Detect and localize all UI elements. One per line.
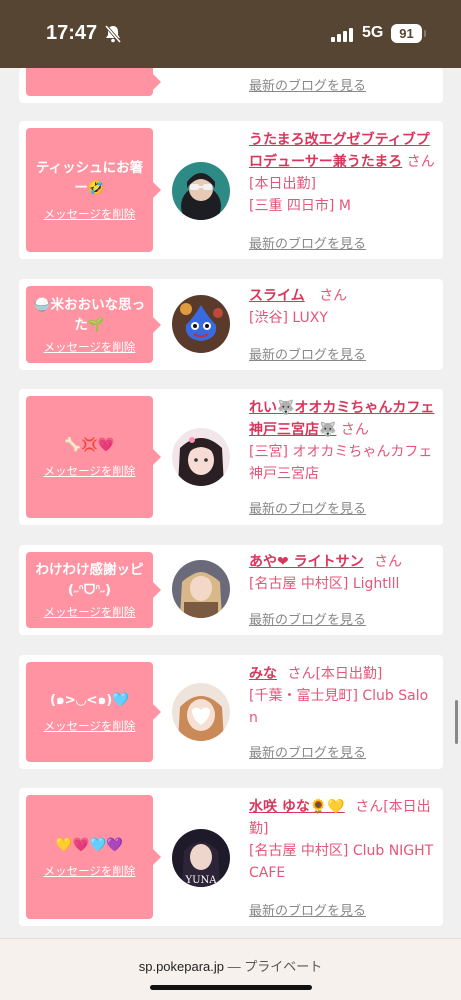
profile-name-link[interactable]: 水咲 ゆな🌻💛 xyxy=(249,799,345,815)
latest-blog-link[interactable]: 最新のブログを見る xyxy=(249,742,366,761)
url-domain: sp.pokepara.jp xyxy=(138,959,225,974)
avatar[interactable] xyxy=(172,162,230,220)
profile-suffix: さん xyxy=(340,422,369,438)
message-bubble: ティッシュにお箸ー🤣 メッセージを削除 xyxy=(26,128,161,252)
latest-blog-link[interactable]: 最新のブログを見る xyxy=(249,900,366,919)
message-bubble: わけわけ感謝ッピ(˶ᐢᗜᐢ˶) メッセージを削除 xyxy=(26,552,161,628)
profile-info: うたまろ改エグゼブティブプロデューサー兼うたまろ さん[本日出勤] [三重 四日… xyxy=(249,129,437,217)
profile-name-link[interactable]: うたまろ改エグゼブティブプロデューサー兼うたまろ xyxy=(249,132,430,170)
battery-icon: 91 xyxy=(391,24,426,43)
delete-message-link[interactable]: メッセージを削除 xyxy=(44,206,136,222)
scrollbar[interactable] xyxy=(455,700,458,744)
profile-suffix: さん xyxy=(319,288,348,304)
status-time: 17:47 xyxy=(46,22,98,44)
home-indicator[interactable] xyxy=(150,985,312,990)
latest-blog-link[interactable]: 最新のブログを見る xyxy=(249,75,366,94)
profile-location: [三重 四日市] M xyxy=(249,198,351,214)
profile-location: [千葉・富士見町] Club Salon xyxy=(249,688,429,726)
profile-location: [三宮] オオカミちゃんカフェ神戸三宮店 xyxy=(249,444,433,482)
profile-info: みな さん[本日出勤] [千葉・富士見町] Club Salon xyxy=(249,663,437,729)
delete-message-link[interactable]: メッセージを削除 xyxy=(44,863,136,879)
profile-suffix: さん xyxy=(374,554,403,570)
message-bubble: 🍚米おおいな思った🌱 メッセージを削除 xyxy=(26,286,161,363)
profile-info: スライム さん [渋谷] LUXY xyxy=(249,285,437,329)
message-card: 最新のブログを見る xyxy=(19,68,443,103)
signal-icon xyxy=(331,27,353,42)
message-bubble: (๑>◡<๑)🩵 メッセージを削除 xyxy=(26,662,161,762)
latest-blog-link[interactable]: 最新のブログを見る xyxy=(249,344,366,363)
message-text: (๑>◡<๑)🩵 xyxy=(49,692,130,708)
delete-message-link[interactable]: メッセージを削除 xyxy=(44,339,136,355)
message-text: わけわけ感謝ッピ(˶ᐢᗜᐢ˶) xyxy=(35,562,144,598)
profile-name-link[interactable]: みな xyxy=(249,666,277,682)
message-text: 🍚米おおいな思った🌱 xyxy=(33,296,146,333)
latest-blog-link[interactable]: 最新のブログを見る xyxy=(249,609,366,628)
message-card: 🍚米おおいな思った🌱 メッセージを削除 スライム さん [渋谷] LUXY 最新… xyxy=(19,279,443,370)
message-bubble xyxy=(26,68,161,96)
browser-url-bar[interactable]: sp.pokepara.jp — プライベート xyxy=(0,938,461,1000)
bell-slash-icon xyxy=(104,24,122,44)
avatar[interactable]: YUNA xyxy=(172,829,230,887)
avatar[interactable] xyxy=(172,560,230,618)
message-card: 💛💗🩵💜 メッセージを削除 YUNA 水咲 ゆな🌻💛 さん[本日出勤] [名古屋… xyxy=(19,788,443,926)
avatar[interactable] xyxy=(172,295,230,353)
network-type: 5G xyxy=(362,24,384,41)
profile-location: [名古屋 中村区] Lightlll xyxy=(249,576,400,592)
delete-message-link[interactable]: メッセージを削除 xyxy=(44,718,136,734)
profile-info: 水咲 ゆな🌻💛 さん[本日出勤] [名古屋 中村区] Club NIGHT CA… xyxy=(249,796,437,884)
private-mode-label: — プライベート xyxy=(227,959,323,974)
message-card: 🦴💢💗 メッセージを削除 れい🐺オオカミちゃんカフェ神戸三宮店🐺 さん [三宮]… xyxy=(19,389,443,525)
latest-blog-link[interactable]: 最新のブログを見る xyxy=(249,498,366,517)
message-text: ティッシュにお箸ー🤣 xyxy=(35,160,144,196)
profile-name-link[interactable]: スライム xyxy=(249,288,305,304)
profile-location: [渋谷] LUXY xyxy=(249,310,328,326)
profile-name-link[interactable]: あや❤ ライトサン xyxy=(249,554,364,570)
profile-info: れい🐺オオカミちゃんカフェ神戸三宮店🐺 さん [三宮] オオカミちゃんカフェ神戸… xyxy=(249,397,437,485)
message-text: 🦴💢💗 xyxy=(64,437,115,453)
delete-message-link[interactable]: メッセージを削除 xyxy=(44,463,136,479)
message-card: ティッシュにお箸ー🤣 メッセージを削除 うたまろ改エグゼブティブプロデューサー兼… xyxy=(19,121,443,259)
latest-blog-link[interactable]: 最新のブログを見る xyxy=(249,233,366,252)
profile-info: あや❤ ライトサン さん [名古屋 中村区] Lightlll xyxy=(249,551,437,595)
delete-message-link[interactable]: メッセージを削除 xyxy=(44,604,136,620)
svg-text:YUNA: YUNA xyxy=(184,875,217,886)
message-card: (๑>◡<๑)🩵 メッセージを削除 みな さん[本日出勤] [千葉・富士見町] … xyxy=(19,655,443,769)
url-text[interactable]: sp.pokepara.jp — プライベート xyxy=(0,956,461,975)
avatar[interactable] xyxy=(172,683,230,741)
avatar[interactable] xyxy=(172,428,230,486)
status-bar: 17:47 5G 91 xyxy=(0,0,461,68)
message-card: わけわけ感謝ッピ(˶ᐢᗜᐢ˶) メッセージを削除 あや❤ ライトサン さん [名… xyxy=(19,545,443,635)
message-text: 💛💗🩵💜 xyxy=(55,837,124,853)
message-bubble: 🦴💢💗 メッセージを削除 xyxy=(26,396,161,518)
message-bubble: 💛💗🩵💜 メッセージを削除 xyxy=(26,795,161,919)
profile-location: [名古屋 中村区] Club NIGHT CAFE xyxy=(249,843,434,881)
profile-suffix: さん[本日出勤] xyxy=(287,666,383,682)
